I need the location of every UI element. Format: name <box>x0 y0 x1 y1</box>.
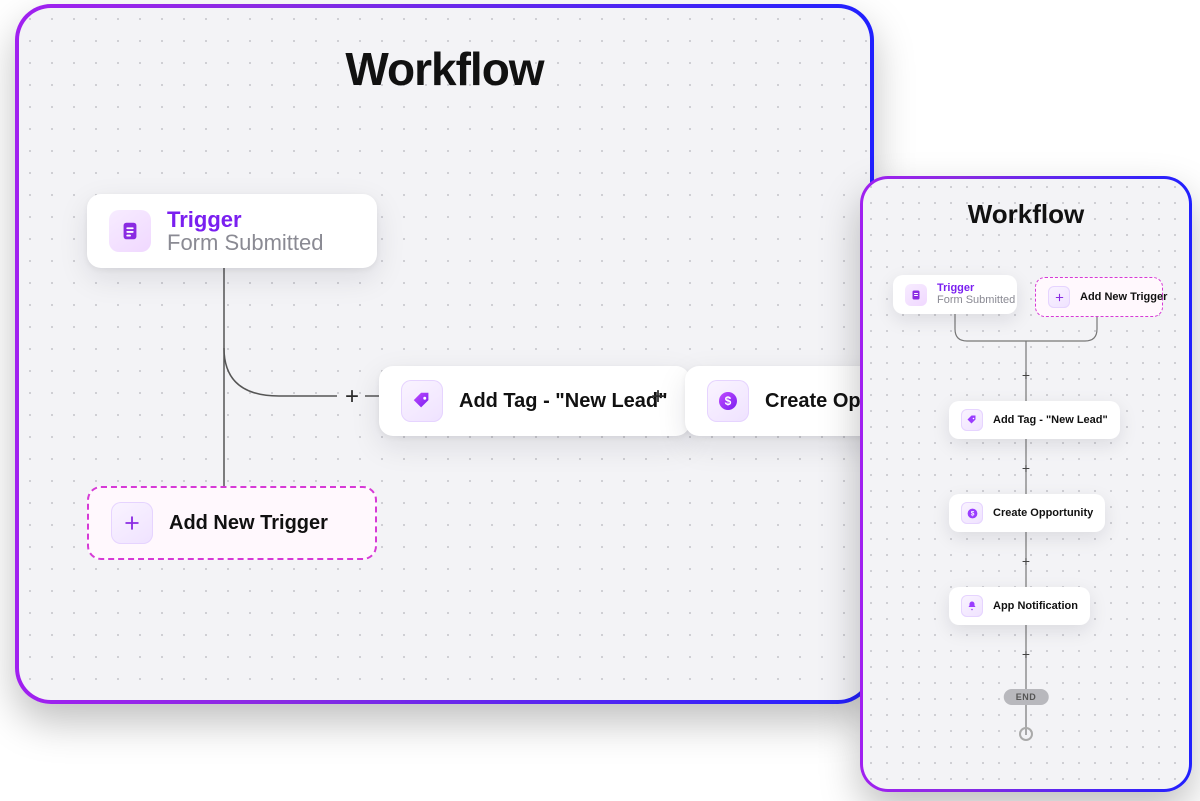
add-trigger-button[interactable]: Add New Trigger <box>1035 277 1163 317</box>
step-app-notification-label: App Notification <box>993 600 1078 612</box>
add-trigger-button[interactable]: Add New Trigger <box>87 486 377 560</box>
clipboard-icon <box>905 284 927 306</box>
add-step-button[interactable]: + <box>339 384 365 410</box>
add-trigger-label: Add New Trigger <box>1080 291 1167 303</box>
add-trigger-label: Add New Trigger <box>169 512 328 535</box>
desktop-panel: Workflow Trigger F <box>15 4 874 704</box>
trigger-subtitle: Form Submitted <box>937 295 1015 307</box>
trigger-text: Trigger Form Submitted <box>937 283 1015 306</box>
add-step-button[interactable]: + <box>1022 460 1030 476</box>
clipboard-icon <box>109 210 151 252</box>
connectors <box>19 8 870 700</box>
step-create-opportunity[interactable]: $ Create Oppo <box>685 366 870 436</box>
trigger-title: Trigger <box>937 283 1015 295</box>
svg-text:$: $ <box>725 394 732 408</box>
bell-icon <box>961 595 983 617</box>
dollar-icon: $ <box>707 380 749 422</box>
step-app-notification[interactable]: App Notification <box>949 587 1090 625</box>
step-add-tag-label: Add Tag - "New Lead" <box>459 390 668 413</box>
add-step-button[interactable]: + <box>645 384 671 410</box>
add-step-button[interactable]: + <box>1022 367 1030 383</box>
trigger-text: Trigger Form Submitted <box>167 208 324 254</box>
tag-icon <box>961 409 983 431</box>
dollar-icon: $ <box>961 502 983 524</box>
desktop-canvas[interactable]: Workflow Trigger F <box>19 8 870 700</box>
page-title: Workflow <box>19 42 870 96</box>
mobile-panel: Workflow Trigger Form Submitted <box>860 176 1192 792</box>
step-create-opportunity-label: Create Oppo <box>765 390 870 413</box>
end-circle <box>1019 727 1033 741</box>
mobile-canvas[interactable]: Workflow Trigger Form Submitted <box>863 179 1189 789</box>
step-create-opportunity-label: Create Opportunity <box>993 507 1093 519</box>
add-step-button[interactable]: + <box>1022 553 1030 569</box>
svg-text:$: $ <box>970 510 974 517</box>
trigger-node[interactable]: Trigger Form Submitted <box>893 275 1017 314</box>
step-add-tag[interactable]: Add Tag - "New Lead" <box>949 401 1120 439</box>
trigger-title: Trigger <box>167 208 324 231</box>
tag-icon <box>401 380 443 422</box>
plus-icon <box>1048 286 1070 308</box>
trigger-subtitle: Form Submitted <box>167 231 324 254</box>
add-step-button[interactable]: + <box>1022 646 1030 662</box>
page-title: Workflow <box>863 199 1189 230</box>
plus-icon <box>111 502 153 544</box>
end-badge: END <box>1004 689 1049 705</box>
trigger-node[interactable]: Trigger Form Submitted <box>87 194 377 268</box>
step-add-tag-label: Add Tag - "New Lead" <box>993 414 1108 426</box>
step-create-opportunity[interactable]: $ Create Opportunity <box>949 494 1105 532</box>
step-add-tag[interactable]: Add Tag - "New Lead" <box>379 366 690 436</box>
